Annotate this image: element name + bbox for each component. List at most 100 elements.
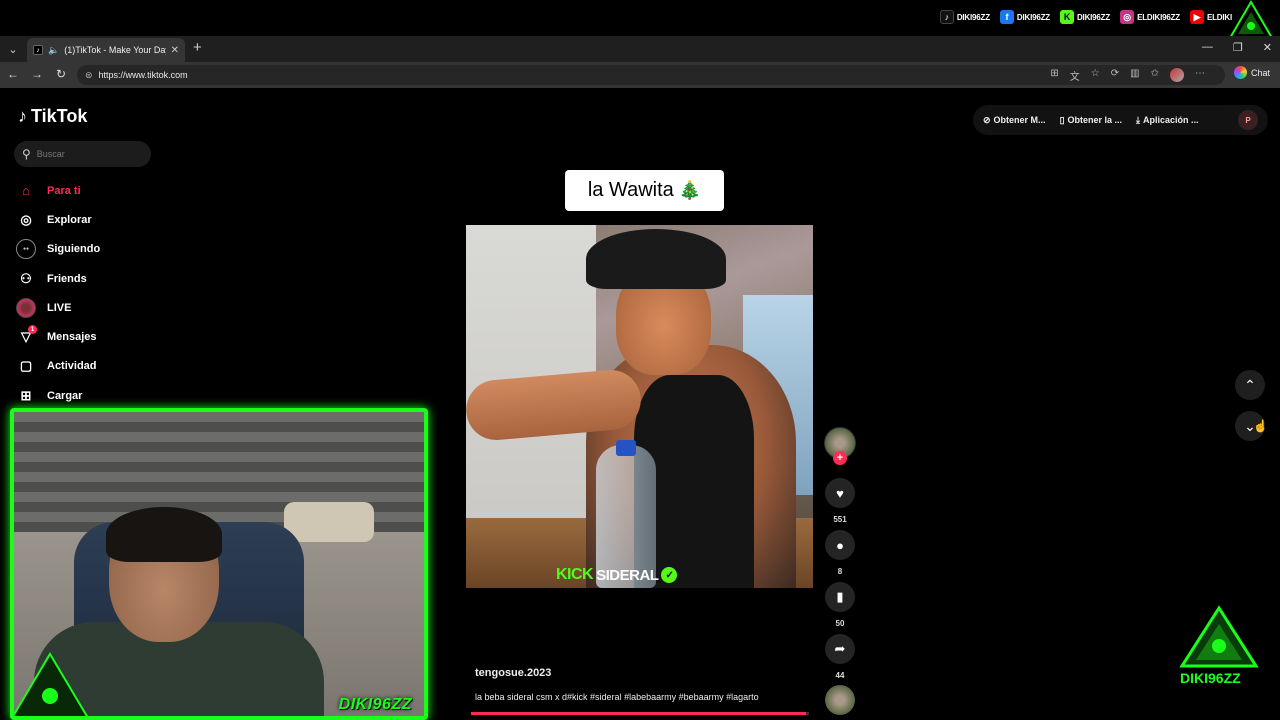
sidebar-item-actividad[interactable]: ▢ Actividad	[16, 352, 216, 381]
share-arrow-icon: ➦	[834, 641, 846, 656]
kick-icon: K	[1059, 10, 1074, 24]
sidebar-item-cargar[interactable]: ⊞ Cargar	[16, 381, 216, 410]
window-controls: — ❐ ✕	[1202, 41, 1272, 54]
browser-tab-bar: ⌄ ♪ 🔈 (1)TikTok - Make Your Day ✕ + — ❐ …	[0, 36, 1280, 62]
social-handle: DIKI96ZZ	[1076, 12, 1111, 22]
social-kick: K DIKI96ZZ	[1059, 10, 1111, 24]
site-info-icon[interactable]: ⊜	[85, 70, 93, 81]
video-watermark: KICK SIDERAL ✓	[556, 566, 678, 584]
watermark-kick: KICK	[556, 566, 594, 583]
comment-button[interactable]: ●	[825, 530, 855, 560]
favorites-icon[interactable]: ✩	[1151, 68, 1159, 83]
social-instagram: ◎ ELDIKI96ZZ	[1120, 10, 1180, 24]
instagram-icon: ◎	[1120, 10, 1135, 24]
phone-icon: ▯	[1059, 114, 1065, 125]
webcam-streamer-hair	[106, 507, 222, 562]
stream-logo-icon	[1228, 0, 1274, 39]
search-icon: ⚲	[22, 147, 31, 161]
translate-icon[interactable]: 文	[1070, 68, 1080, 83]
screen: ♪ DIKI96ZZ f DIKI96ZZ K DIKI96ZZ ◎ ELDIK…	[0, 0, 1280, 720]
sidebar-item-friends[interactable]: ⚇ Friends	[16, 264, 216, 293]
upload-icon: ⊞	[20, 387, 32, 403]
tab-title: (1)TikTok - Make Your Day	[64, 45, 166, 55]
desktop-app-button[interactable]: ⤓ Aplicación ...	[1136, 115, 1199, 126]
messages-badge: 1	[28, 325, 37, 335]
webcam-streamer-name: DIKI96ZZ	[338, 696, 412, 713]
more-menu-icon[interactable]: ⋯	[1195, 68, 1205, 83]
browser-address-bar: ← → ↻ ⊜ https://www.tiktok.com ⊞ 文 ☆ ⟳ ▥…	[0, 62, 1280, 88]
video-player[interactable]: KICK SIDERAL ✓	[466, 225, 813, 588]
webcam-logo-icon	[14, 652, 88, 716]
toolbar-icons: ⊞ 文 ☆ ⟳ ▥ ✩ ⋯	[1050, 68, 1205, 83]
forward-arrow-icon[interactable]: →	[29, 67, 45, 81]
social-handles: ♪ DIKI96ZZ f DIKI96ZZ K DIKI96ZZ ◎ ELDIK…	[939, 10, 1232, 24]
webcam-overlay: DIKI96ZZ	[10, 408, 428, 720]
profile-avatar[interactable]: P	[1238, 110, 1258, 130]
browser-tab-tiktok[interactable]: ♪ 🔈 (1)TikTok - Make Your Day ✕	[27, 38, 185, 62]
share-button[interactable]: ➦	[825, 634, 855, 664]
sidebar-item-live[interactable]: LIVE	[16, 293, 216, 322]
copilot-chat-button[interactable]: Chat	[1233, 66, 1270, 79]
back-arrow-icon[interactable]: ←	[5, 67, 21, 81]
sidebar-item-label: Para ti	[47, 184, 81, 197]
sidebar-item-siguiendo[interactable]: ●● Siguiendo	[16, 235, 216, 264]
apps-icon[interactable]: ⊞	[1050, 68, 1058, 83]
sidebar-item-label: Siguiendo	[47, 243, 101, 256]
sidebar-item-label: Mensajes	[47, 331, 97, 344]
social-facebook: f DIKI96ZZ	[999, 10, 1050, 24]
reload-icon[interactable]: ↻	[53, 67, 69, 81]
share-count: 44	[835, 671, 845, 680]
favorite-star-icon[interactable]: ☆	[1091, 68, 1100, 83]
video-progress-fill	[471, 712, 806, 715]
tiktok-logo[interactable]: ♪ TikTok	[18, 106, 87, 127]
comment-icon: ●	[836, 537, 844, 553]
watermark-sideral: SIDERAL	[596, 566, 659, 584]
browser-profile-avatar[interactable]	[1170, 68, 1184, 82]
previous-video-button[interactable]: ⌃	[1235, 370, 1265, 400]
save-button[interactable]: ▮	[825, 582, 855, 612]
sidebar-item-label: Actividad	[47, 360, 97, 373]
split-screen-icon[interactable]: ▥	[1130, 68, 1139, 83]
close-tab-icon[interactable]: ✕	[171, 45, 179, 56]
video-progress-bar[interactable]	[471, 712, 809, 715]
youtube-icon: ▶	[1189, 10, 1204, 24]
social-youtube: ▶ ELDIKI	[1189, 10, 1232, 24]
get-app-button[interactable]: ▯ Obtener la ...	[1060, 115, 1122, 126]
sidebar-item-label: Cargar	[47, 389, 83, 402]
video-caption-overlay: la Wawita 🎄	[565, 170, 724, 211]
get-coins-button[interactable]: ⊘ Obtener M...	[983, 115, 1046, 126]
video-description: la beba sideral csm x d#kick #sideral #l…	[475, 692, 759, 702]
minimize-icon[interactable]: —	[1202, 41, 1213, 54]
tiktok-favicon-icon: ♪	[33, 45, 43, 55]
restore-icon[interactable]: ❐	[1233, 41, 1243, 54]
tab-actions-chevron-icon[interactable]: ⌄	[5, 41, 21, 57]
facebook-icon: f	[999, 10, 1014, 24]
social-handle: DIKI96ZZ	[956, 12, 990, 22]
follow-plus-icon[interactable]: +	[833, 451, 847, 465]
home-icon: ⌂	[22, 183, 30, 199]
music-disc-avatar[interactable]	[825, 685, 855, 715]
speaker-icon[interactable]: 🔈	[48, 45, 59, 56]
stream-social-bar: ♪ DIKI96ZZ f DIKI96ZZ K DIKI96ZZ ◎ ELDIK…	[0, 0, 1280, 39]
desktop-app-label: Aplicación ...	[1143, 115, 1199, 125]
like-count: 551	[833, 515, 847, 524]
sidebar-item-explorar[interactable]: ◎ Explorar	[16, 205, 216, 234]
sidebar-item-mensajes[interactable]: ▽ 1 Mensajes	[16, 322, 216, 351]
sidebar-item-para-ti[interactable]: ⌂ Para ti	[16, 176, 216, 205]
sidebar-item-label: LIVE	[47, 301, 72, 314]
comment-count: 8	[837, 567, 843, 576]
search-input[interactable]	[36, 149, 137, 159]
video-person-cap	[586, 229, 726, 289]
social-handle: ELDIKI96ZZ	[1137, 12, 1180, 22]
video-author[interactable]: tengosue.2023	[475, 667, 551, 679]
brand-name: DIKI96ZZ	[1180, 670, 1241, 686]
caption-text: la Wawita	[587, 179, 674, 201]
search-bar[interactable]: ⚲	[14, 141, 151, 167]
new-tab-plus-icon[interactable]: +	[193, 40, 202, 56]
like-button[interactable]: ♥	[825, 478, 855, 508]
extensions-icon[interactable]: ⟳	[1111, 68, 1119, 83]
sidebar-nav: ⌂ Para ti ◎ Explorar ●● Siguiendo ⚇ Frie…	[16, 176, 216, 410]
close-window-icon[interactable]: ✕	[1263, 41, 1272, 54]
messages-icon: ▽ 1	[16, 325, 37, 347]
chat-label: Chat	[1250, 67, 1270, 78]
